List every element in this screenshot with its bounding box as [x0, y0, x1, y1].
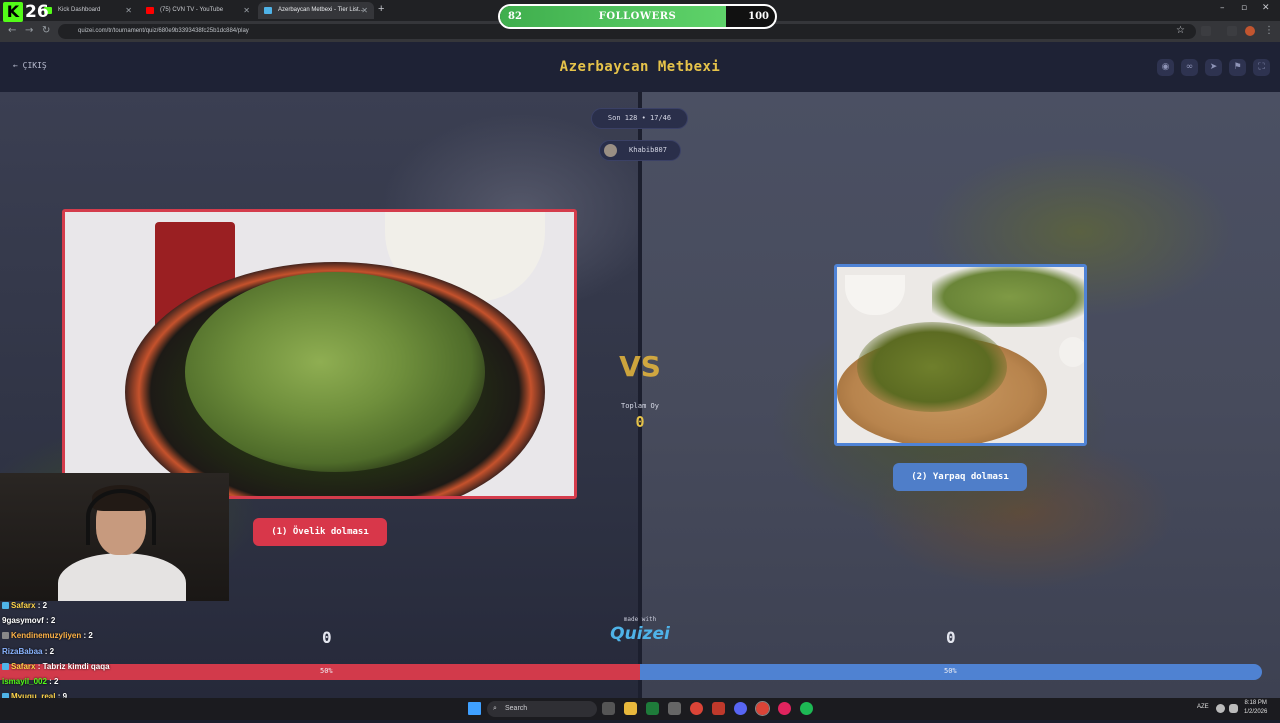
chat-message: Safarx : 2: [2, 601, 232, 616]
fullscreen-icon[interactable]: ⛶: [1253, 59, 1270, 76]
webcam-feed: [0, 473, 229, 601]
chat-username[interactable]: Safarx: [11, 662, 35, 671]
link-icon[interactable]: ∞: [1181, 59, 1198, 76]
chat-text: : Tabriz kimdi qaqa: [37, 661, 110, 671]
right-choice-button[interactable]: (2) Yarpaq dolması: [893, 463, 1027, 491]
spotify-icon[interactable]: [800, 702, 813, 715]
tab-youtube[interactable]: (75) CVN TV - YouTube ✕: [140, 2, 256, 19]
taskbar-search[interactable]: ⌕ Search: [487, 701, 597, 717]
total-votes-label: Toplam Oy: [621, 402, 659, 410]
chat-text: : 2: [83, 631, 93, 641]
right-vote-percent: 50%: [944, 667, 957, 675]
volume-icon[interactable]: [1229, 704, 1238, 713]
quizei-logo[interactable]: Quizei: [600, 624, 680, 644]
app-icon[interactable]: [712, 702, 725, 715]
taskbar-clock[interactable]: 8:18 PM 1/2/2026: [1244, 699, 1267, 717]
followers-current: 82: [508, 11, 522, 22]
chat-badge-icon: [2, 662, 9, 670]
chat-text: : 2: [46, 616, 56, 626]
headset: [86, 489, 156, 545]
avatar: [604, 144, 617, 157]
extensions-icon[interactable]: [1201, 26, 1211, 36]
chat-message: Kendinemuzyliyen : 2: [2, 631, 232, 646]
chrome-icon[interactable]: [690, 702, 703, 715]
forward-icon[interactable]: →: [25, 25, 33, 36]
tab-quizei[interactable]: Azerbaycan Metbexi - Tier List... ✕: [258, 2, 374, 19]
profile-avatar[interactable]: [1245, 26, 1255, 36]
followers-label: FOLLOWERS: [598, 11, 677, 22]
left-choice-button[interactable]: (1) Övelik dolması: [253, 518, 387, 546]
close-window-icon[interactable]: ✕: [1262, 3, 1270, 13]
yogurt-bowl: [845, 275, 905, 315]
chat-username[interactable]: Safarx: [11, 601, 35, 610]
kick-k-icon: K: [3, 2, 23, 22]
left-score: 0: [322, 628, 332, 647]
chat-text: : 2: [49, 676, 59, 686]
berry-bowl: [1059, 337, 1084, 367]
app-icon[interactable]: [668, 702, 681, 715]
reload-icon[interactable]: ↻: [42, 25, 50, 36]
chat-username[interactable]: Kendinemuzyliyen: [11, 631, 81, 640]
send-icon[interactable]: ➤: [1205, 59, 1222, 76]
flag-icon[interactable]: ⚑: [1229, 59, 1246, 76]
made-with-label: made with: [623, 616, 657, 623]
left-vote-percent: 50%: [320, 667, 333, 675]
quizei-icon: [264, 7, 272, 14]
chat-text: : 2: [37, 601, 48, 610]
dolma-pile: [857, 322, 1007, 412]
minimize-icon[interactable]: –: [1220, 3, 1225, 13]
menu-icon[interactable]: ⋮: [1264, 25, 1274, 36]
windows-taskbar: ⌕ Search AZE 8:18 PM 1/2/2026: [0, 698, 1280, 720]
kick-logo: K 26: [3, 2, 53, 24]
bookmark-star-icon[interactable]: ☆: [1176, 25, 1185, 36]
vs-icon: VS: [619, 350, 661, 383]
kick-logo-number: 26: [25, 2, 49, 22]
quiz-title: Azerbaycan Metbexi: [559, 59, 721, 75]
chat-message: ismayil_002 : 2: [2, 677, 232, 692]
followers-goal-bar: FOLLOWERS 82 100: [498, 4, 777, 29]
chat-username[interactable]: 9gasymovf: [2, 616, 44, 625]
wifi-icon[interactable]: [1216, 704, 1225, 713]
maximize-icon[interactable]: ▫: [1241, 3, 1247, 13]
chat-badge-icon: [2, 632, 9, 640]
followers-goal: 100: [748, 11, 769, 22]
task-view-icon[interactable]: [602, 702, 615, 715]
file-explorer-icon[interactable]: [624, 702, 637, 715]
app-icon[interactable]: [778, 702, 791, 715]
chat-username[interactable]: RizaBabaa: [2, 647, 42, 656]
chat-message: Safarx : Tabriz kimdi qaqa: [2, 662, 232, 677]
right-choice-image[interactable]: [834, 264, 1087, 446]
close-tab-icon[interactable]: ✕: [361, 2, 368, 19]
downloads-icon[interactable]: [1227, 26, 1237, 36]
discord-icon[interactable]: [734, 702, 747, 715]
grape-leaves: [932, 267, 1084, 327]
eye-icon[interactable]: ◉: [1157, 59, 1174, 76]
new-tab-button[interactable]: +: [378, 3, 384, 15]
chat-username[interactable]: ismayil_002: [2, 677, 47, 686]
youtube-icon: [146, 7, 154, 14]
close-tab-icon[interactable]: ✕: [125, 2, 132, 19]
close-tab-icon[interactable]: ✕: [243, 2, 250, 19]
chrome-active-icon[interactable]: [755, 701, 770, 716]
round-indicator: Son 128 • 17/46: [591, 108, 688, 129]
windows-start-icon[interactable]: [468, 702, 481, 715]
total-votes-value: 0: [635, 413, 645, 431]
dolma-pile: [185, 272, 485, 472]
creator-badge[interactable]: Khabib807: [599, 140, 681, 161]
chat-message: 9gasymovf : 2: [2, 616, 232, 631]
search-icon: ⌕: [493, 705, 497, 712]
tab-kick-dashboard[interactable]: Kick Dashboard ✕: [38, 2, 138, 19]
right-vote-bar: 50%: [640, 664, 1262, 680]
right-score: 0: [946, 628, 956, 647]
back-icon[interactable]: ←: [8, 25, 16, 36]
left-choice-image[interactable]: [62, 209, 577, 499]
app-header: ← ÇIKIŞ Azerbaycan Metbexi ◉ ∞ ➤ ⚑ ⛶: [0, 42, 1280, 92]
input-language[interactable]: AZE: [1197, 704, 1209, 710]
chat-badge-icon: [2, 602, 9, 609]
chat-message: RizaBabaa : 2: [2, 647, 232, 662]
streamer-hoodie: [58, 553, 186, 601]
app-icon[interactable]: [646, 702, 659, 715]
chat-text: : 2: [44, 646, 55, 656]
